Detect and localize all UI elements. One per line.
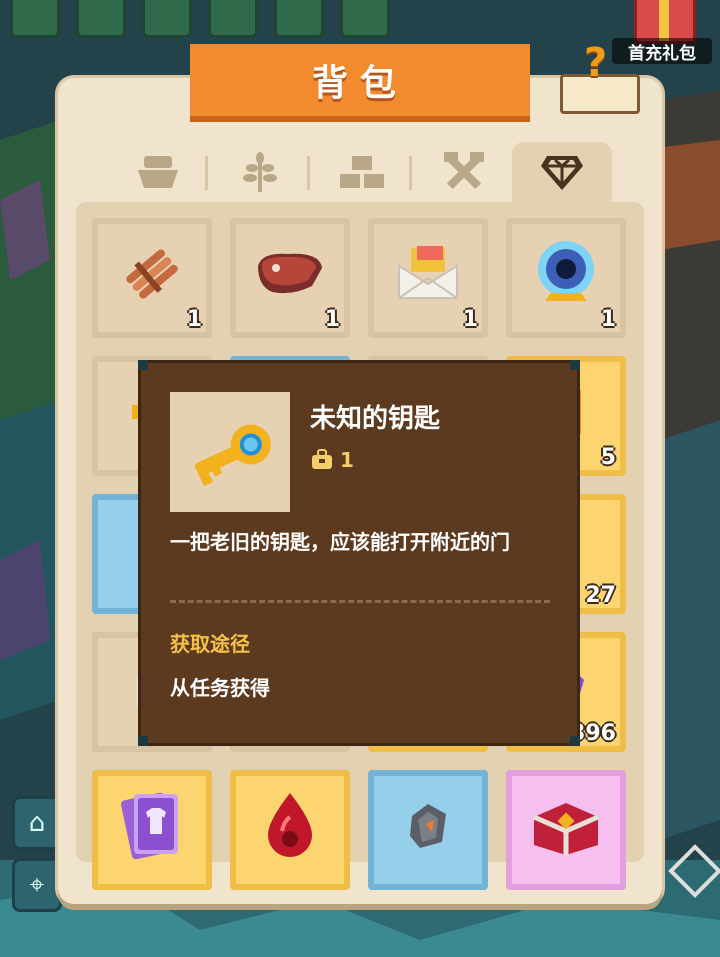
inventory-slot[interactable]: [506, 770, 626, 890]
location-button[interactable]: ⌖: [12, 858, 62, 912]
tooltip-description: 一把老旧的钥匙，应该能打开附近的门: [170, 530, 510, 554]
chest-icon: [528, 795, 604, 861]
bowl-icon: [138, 156, 178, 188]
help-book-button[interactable]: ?: [556, 40, 640, 120]
mail-button[interactable]: [76, 0, 126, 38]
tooltip-divider: [170, 600, 550, 603]
inventory-slot[interactable]: 1: [368, 218, 488, 338]
tab-materials[interactable]: [312, 142, 412, 202]
inventory-slot[interactable]: 1: [506, 218, 626, 338]
tab-divider: [307, 156, 310, 190]
tooltip-source-heading: 获取途径: [170, 632, 250, 656]
golden-key-icon: [194, 424, 271, 487]
tab-divider: [205, 156, 208, 190]
steak-icon: [252, 246, 328, 306]
crystal-ball-icon: [531, 237, 601, 315]
tooltip-item-frame: [170, 392, 290, 512]
tools-icon: [444, 152, 484, 189]
bricks-icon: [340, 156, 384, 188]
gem-icon: [541, 156, 583, 190]
slot-count: 1: [462, 307, 478, 332]
tooltip-owned-count: 1: [310, 448, 354, 472]
inventory-slot[interactable]: [368, 770, 488, 890]
bag-icon: [312, 449, 332, 469]
tab-divider: [409, 156, 412, 190]
inventory-slot[interactable]: 1: [92, 218, 212, 338]
quest-button[interactable]: [340, 0, 390, 38]
tab-food[interactable]: [108, 142, 208, 202]
inventory-slot[interactable]: 1: [230, 218, 350, 338]
tab-gems[interactable]: [512, 142, 612, 202]
copper-bundle-icon: [120, 242, 184, 310]
top-menu-button[interactable]: [10, 0, 60, 38]
slot-count: 1: [186, 307, 202, 332]
location-pin-icon: ⌖: [29, 869, 45, 900]
letter-icon: [395, 244, 461, 308]
ore-icon: [406, 802, 450, 854]
slot-count: 27: [585, 583, 616, 608]
tooltip-item-name: 未知的钥匙: [310, 404, 441, 434]
inventory-slot[interactable]: [230, 770, 350, 890]
inventory-slot[interactable]: [92, 770, 212, 890]
owned-count-value: 1: [340, 448, 354, 472]
tab-plants[interactable]: [210, 142, 310, 202]
item-tooltip: 未知的钥匙 1 一把老旧的钥匙，应该能打开附近的门 获取途径 从任务获得: [138, 360, 580, 746]
outfit-card-icon: [120, 788, 184, 868]
question-mark-icon: ?: [584, 40, 608, 86]
tooltip-source: 从任务获得: [170, 676, 270, 700]
window-title: 背包: [190, 44, 530, 116]
plant-icon: [243, 152, 277, 192]
slot-count: 1: [324, 307, 340, 332]
home-icon: ⌂: [28, 808, 46, 838]
slot-count: 1: [600, 307, 616, 332]
tab-tools[interactable]: [414, 142, 514, 202]
tooltip-corner: [570, 736, 580, 746]
friends-button[interactable]: [142, 0, 192, 38]
chat-button[interactable]: [208, 0, 258, 38]
map-button[interactable]: [274, 0, 324, 38]
home-button[interactable]: ⌂: [12, 796, 62, 850]
category-tabs: [100, 142, 620, 202]
slot-count: 5: [600, 445, 616, 470]
tooltip-corner: [138, 736, 148, 746]
blood-drop-icon: [264, 791, 316, 865]
